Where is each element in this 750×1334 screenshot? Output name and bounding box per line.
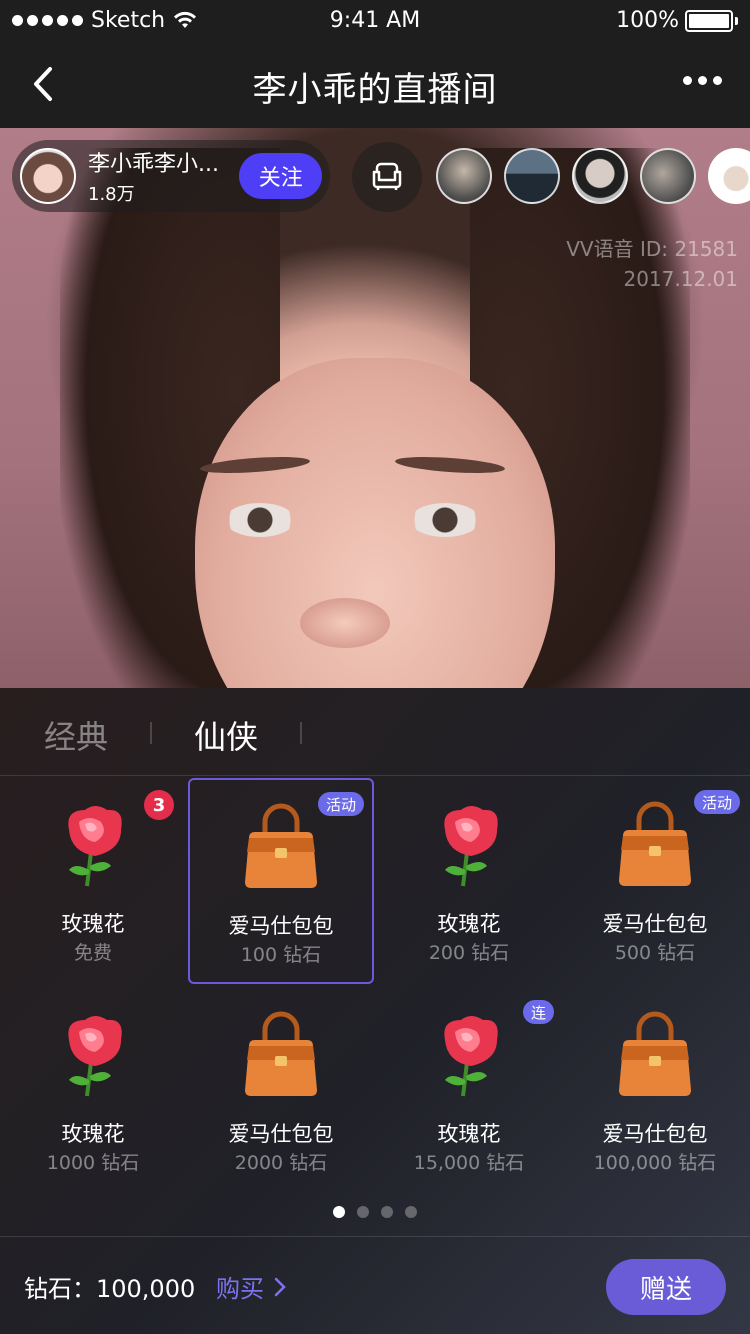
gift-item[interactable]: 爱马仕包包 100 钻石 活动 [188,778,374,984]
viewer-avatar[interactable] [504,148,560,204]
gift-item[interactable]: 爱马仕包包 100,000 钻石 [562,988,748,1194]
follow-button[interactable]: 关注 [239,153,322,199]
viewer-avatar[interactable] [572,148,628,204]
gift-tag-badge: 活动 [693,790,740,814]
gift-footer: 钻石：100,000 购买 赠送 [0,1236,750,1334]
tab-xianxia[interactable]: 仙侠 [194,712,258,758]
page-dot[interactable] [333,1206,345,1218]
handbag-icon [239,1010,323,1100]
gift-item[interactable]: 玫瑰花免费 3 [0,778,186,984]
gift-name: 玫瑰花 [437,1122,501,1146]
send-button[interactable]: 赠送 [606,1259,726,1315]
gift-name: 玫瑰花 [61,912,125,936]
battery-percent: 100% [616,8,679,33]
room-date: 2017.12.01 [623,267,738,291]
status-bar: Sketch 9:41 AM 100% [0,0,750,40]
buy-label: 购买 [216,1275,264,1303]
gift-item[interactable]: 爱马仕包包 2000 钻石 [188,988,374,1194]
gift-price: 100 钻石 [240,944,322,966]
gift-item[interactable]: 玫瑰花 15,000 钻石 连 [376,988,562,1194]
chevron-right-icon [274,1277,286,1296]
battery-icon [685,9,733,32]
gift-tag-badge: 活动 [317,792,364,816]
viewer-avatar[interactable] [436,148,492,204]
rose-icon [51,800,135,890]
host-card[interactable]: 李小乖李小... 1.8万 关注 [12,140,330,212]
gift-price: 200 钻石 [428,942,510,964]
sofa-icon [372,162,402,190]
tab-classic[interactable]: 经典 [44,712,108,758]
gift-price: 15,000 钻石 [413,1152,525,1174]
gift-price: 100,000 钻石 [593,1152,717,1174]
page-dot[interactable] [381,1206,393,1218]
rose-icon [51,1010,135,1100]
gift-panel: 经典 仙侠 玫瑰花 免费 3 爱马仕包包 100 钻石 活动 玫瑰花 200 钻石 爱马仕包包 5… [0,688,750,1334]
gift-item[interactable]: 玫瑰花 1000 钻石 [0,988,186,1194]
gift-price: 免费 [73,942,112,964]
count-badge: 3 [144,790,174,820]
gift-price: 2000 钻石 [234,1152,328,1174]
diamond-balance: 钻石：100,000 [24,1275,196,1303]
live-video[interactable]: 李小乖李小... 1.8万 关注 VV语音 ID: 21581 2017.12.… [0,128,750,688]
rose-icon [427,1010,511,1100]
gift-item[interactable]: 玫瑰花 200 钻石 [376,778,562,984]
gift-name: 爱马仕包包 [602,912,708,936]
wifi-icon [174,11,197,28]
host-name: 李小乖李小... [88,152,219,177]
buy-button[interactable]: 购买 [216,1269,286,1304]
more-icon [683,76,692,85]
gift-price: 1000 钻石 [46,1152,140,1174]
handbag-icon [239,802,323,892]
viewer-avatar[interactable] [708,148,750,204]
gift-price: 500 钻石 [614,942,696,964]
carrier-label: Sketch [91,7,166,33]
gift-name: 爱马仕包包 [228,914,334,938]
page-dot[interactable] [405,1206,417,1218]
handbag-icon [613,1010,697,1100]
handbag-icon [613,800,697,890]
room-watermark: VV语音 ID: 21581 2017.12.01 [566,234,738,294]
gift-name: 玫瑰花 [61,1122,125,1146]
gift-item[interactable]: 爱马仕包包 500 钻石 活动 [562,778,748,984]
host-fans-count: 1.8万 [88,184,135,205]
rose-icon [427,800,511,890]
page-indicator [0,1206,750,1218]
viewer-avatar[interactable] [640,148,696,204]
gift-name: 爱马仕包包 [602,1122,708,1146]
host-avatar[interactable] [20,148,76,204]
gift-name: 爱马仕包包 [228,1122,334,1146]
signal-icon [12,14,83,26]
page-title: 李小乖的直播间 [252,70,498,110]
gift-tag-badge: 连 [522,1000,554,1024]
page-dot[interactable] [357,1206,369,1218]
nav-bar: 李小乖的直播间 [0,40,750,128]
more-button[interactable] [683,76,722,85]
gift-name: 玫瑰花 [437,912,501,936]
room-id: VV语音 ID: 21581 [566,237,738,261]
battery-indicator: 100% [616,8,738,33]
sofa-button[interactable] [352,142,422,212]
gift-tabs: 经典 仙侠 [0,688,750,776]
